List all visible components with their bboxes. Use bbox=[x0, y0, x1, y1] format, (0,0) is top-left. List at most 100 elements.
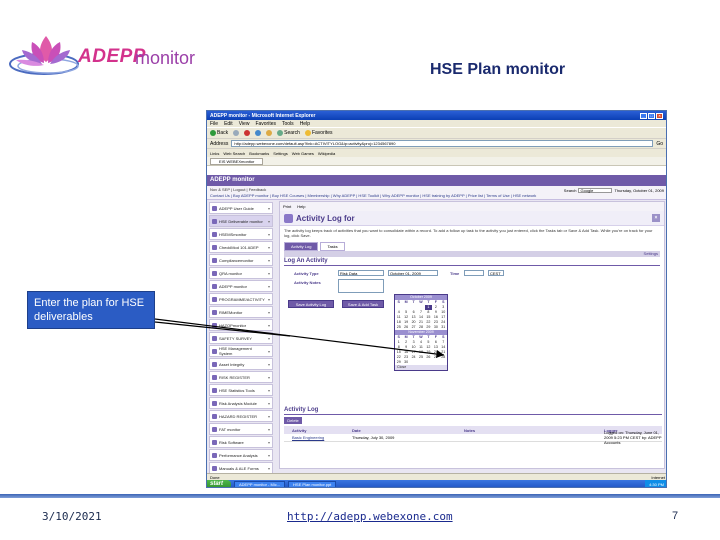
sidebar-item-label: ChecklMod 101 ADEP bbox=[219, 244, 259, 250]
calendar-day[interactable]: 25 bbox=[417, 355, 424, 360]
search-input[interactable]: Google bbox=[578, 188, 613, 193]
sidebar-item[interactable]: Risk Software ▾ bbox=[209, 436, 273, 448]
sidebar-item[interactable]: FAT monitor ▾ bbox=[209, 423, 273, 435]
sidebar-item-label: ADEPP User Guide bbox=[219, 205, 254, 211]
sidebar-item[interactable]: HSEMSmonitor ▾ bbox=[209, 228, 273, 240]
menu-view[interactable]: View bbox=[239, 121, 250, 127]
browser-tab[interactable]: EIS WEBEXmonitor bbox=[210, 157, 264, 165]
date-input[interactable]: October 01, 2009 bbox=[388, 270, 438, 276]
address-input[interactable]: http://adepp.webexone.com/default.asp?li… bbox=[231, 140, 654, 147]
favorites-label: Favorites bbox=[311, 130, 333, 136]
status-text: Done bbox=[210, 475, 220, 480]
sidebar-item[interactable]: HSE Statistics Tools ▾ bbox=[209, 384, 273, 396]
links-bar: Links Web Search Bookmarks Settings Web … bbox=[207, 148, 666, 157]
table-row[interactable]: Basic Engineering Thursday, July 30, 200… bbox=[284, 430, 662, 445]
save-activity-log-button[interactable]: Save Activity Log bbox=[288, 300, 334, 308]
activity-type-select[interactable]: Risk Data bbox=[338, 270, 384, 276]
calendar-day[interactable]: 27 bbox=[432, 355, 439, 360]
time-select[interactable] bbox=[464, 270, 484, 276]
module-icon bbox=[212, 296, 217, 302]
search-button[interactable]: Search bbox=[277, 130, 300, 136]
address-label: Address bbox=[210, 140, 229, 147]
calendar-close-button[interactable]: Close bbox=[395, 365, 447, 370]
link-bookmarks[interactable]: Bookmarks bbox=[249, 151, 269, 156]
sidebar-item[interactable]: RISK REGISTER ▾ bbox=[209, 371, 273, 383]
sidebar-item[interactable]: RIMEMonitor ▾ bbox=[209, 306, 273, 318]
close-button[interactable]: × bbox=[656, 113, 663, 119]
favorites-button[interactable]: Favorites bbox=[304, 130, 333, 136]
home-icon[interactable] bbox=[266, 130, 273, 136]
sidebar-item[interactable]: PROGRAMME/ACTIVITY ▾ bbox=[209, 293, 273, 305]
menu-file[interactable]: File bbox=[210, 121, 218, 127]
tab-activity-log[interactable]: Activity Log bbox=[284, 242, 319, 251]
calendar-day[interactable]: 24 bbox=[410, 355, 417, 360]
menu-tools[interactable]: Tools bbox=[282, 121, 294, 127]
sidebar-item[interactable]: HAZARD REGISTER ▾ bbox=[209, 410, 273, 422]
sidebar-item-label: HAZOPmonitor bbox=[219, 322, 247, 328]
go-button[interactable]: Go bbox=[656, 141, 663, 147]
minimize-button[interactable]: _ bbox=[640, 113, 647, 119]
notes-textarea[interactable] bbox=[338, 279, 384, 293]
col-notes[interactable]: Notes bbox=[464, 428, 604, 433]
link-web-search[interactable]: Web Search bbox=[223, 151, 245, 156]
refresh-icon[interactable] bbox=[255, 130, 262, 136]
help-link[interactable]: Help bbox=[297, 204, 305, 209]
activity-table: Activity Log Delete Activity Date Notes … bbox=[284, 407, 662, 445]
sidebar-item[interactable]: HSE Management System ▾ bbox=[209, 345, 273, 357]
sidebar-item[interactable]: Risk Analysis Module ▾ bbox=[209, 397, 273, 409]
forward-arrow-icon[interactable] bbox=[233, 130, 240, 136]
tab-tasks[interactable]: Tasks bbox=[320, 242, 345, 251]
footer-url-link[interactable]: http://adepp.webexone.com bbox=[287, 510, 453, 523]
top-nav-links[interactable]: Contact Us | Buy ADEPP monitor | Buy HSE… bbox=[210, 193, 665, 198]
start-button[interactable]: start bbox=[207, 480, 231, 487]
taskbar-clock: 4:30 PM bbox=[645, 480, 666, 487]
menu-favorites[interactable]: Favorites bbox=[255, 121, 276, 127]
link-wikipedia[interactable]: Wikipedia bbox=[318, 151, 335, 156]
sidebar-item[interactable]: Performance Analysis ▾ bbox=[209, 449, 273, 461]
main-panel: Print Help Activity Log for × The activi… bbox=[279, 201, 665, 469]
sidebar-item[interactable]: QRA monitor ▾ bbox=[209, 267, 273, 279]
date-picker[interactable]: October 2009 S M T W T F S 1 2 3 4 5 6 7 8 9 10 11 12 13 14 15… bbox=[394, 294, 448, 371]
settings-bar[interactable]: Settings bbox=[284, 251, 660, 257]
col-date[interactable]: Date bbox=[352, 428, 464, 433]
sidebar-item[interactable]: ADEPP monitor ▾ bbox=[209, 280, 273, 292]
link-settings[interactable]: Settings bbox=[273, 151, 287, 156]
sidebar-item[interactable]: HAZOPmonitor ▾ bbox=[209, 319, 273, 331]
menu-edit[interactable]: Edit bbox=[224, 121, 233, 127]
sidebar-item-label: PROGRAMME/ACTIVITY bbox=[219, 296, 265, 302]
chevron-down-icon: ▾ bbox=[267, 231, 270, 237]
calendar-day[interactable]: 25 bbox=[395, 325, 402, 330]
calendar-grid: S M T W T F S 1 2 3 4 5 6 7 8 9 10 11 12 13 14 15 16 17 18 19 20 21… bbox=[395, 300, 447, 330]
stop-icon[interactable] bbox=[244, 130, 251, 136]
sidebar-item[interactable]: SAFETY SURVEY ▾ bbox=[209, 332, 273, 344]
module-icon bbox=[212, 426, 217, 432]
save-add-task-button[interactable]: Save & Add Task bbox=[342, 300, 384, 308]
zone-select[interactable]: CEST bbox=[488, 270, 504, 276]
menu-help[interactable]: Help bbox=[300, 121, 310, 127]
browser-tabs: EIS WEBEXmonitor bbox=[207, 157, 666, 166]
taskbar-item-ppt[interactable]: HSE Plan monitor.ppt bbox=[288, 481, 337, 487]
module-icon bbox=[212, 283, 217, 289]
back-button[interactable]: Back bbox=[210, 130, 228, 136]
module-icon bbox=[212, 218, 217, 224]
sidebar-item[interactable]: ChecklMod 101 ADEP ▾ bbox=[209, 241, 273, 253]
site-search: Search Google Thursday, October 01, 2009 bbox=[564, 188, 664, 193]
calendar-day[interactable]: 26 bbox=[425, 355, 432, 360]
delete-button[interactable]: Delete bbox=[284, 417, 302, 424]
col-activity[interactable]: Activity bbox=[292, 428, 352, 433]
sidebar-item[interactable]: HSE Deliverable monitor ▾ bbox=[209, 215, 273, 227]
close-panel-icon[interactable]: × bbox=[652, 214, 660, 222]
calendar-day[interactable]: 31 bbox=[440, 325, 447, 330]
taskbar-item-browser[interactable]: ADEPP monitor - Mic... bbox=[234, 481, 286, 487]
sidebar-item-label: Compliancemonitor bbox=[219, 257, 254, 263]
sidebar-item-label: HSE Statistics Tools bbox=[219, 387, 255, 393]
calendar-day[interactable]: 28 bbox=[440, 355, 447, 360]
sidebar-item[interactable]: Asset Integrity ▾ bbox=[209, 358, 273, 370]
row-activity-link[interactable]: Basic Engineering bbox=[292, 435, 352, 440]
sidebar-item[interactable]: Compliancemonitor ▾ bbox=[209, 254, 273, 266]
maximize-button[interactable]: □ bbox=[648, 113, 655, 119]
print-link[interactable]: Print bbox=[283, 204, 291, 209]
sidebar-item[interactable]: ADEPP User Guide ▾ bbox=[209, 202, 273, 214]
link-web-games[interactable]: Web Games bbox=[292, 151, 314, 156]
time-label: Time bbox=[450, 271, 460, 276]
